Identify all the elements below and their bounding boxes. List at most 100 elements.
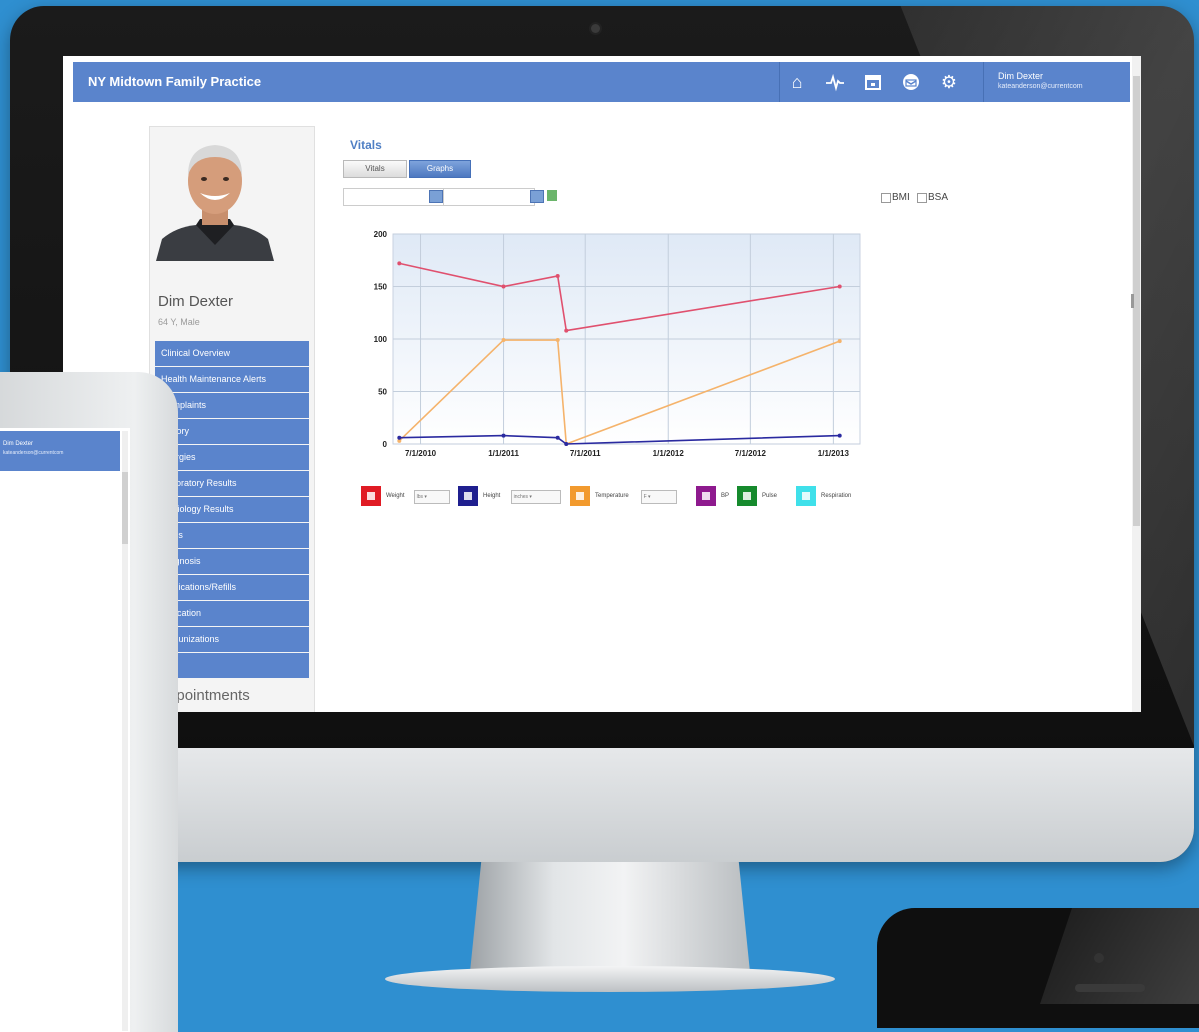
bmi-label: BMI (892, 192, 910, 203)
phone-camera (1094, 953, 1104, 963)
menu-item-allergies[interactable]: Allergies (155, 445, 309, 470)
tablet-user-name[interactable]: Dim Dexter (3, 441, 33, 447)
legend-label: Height (483, 493, 501, 499)
refresh-icon[interactable] (547, 190, 557, 201)
topbar-divider (983, 62, 984, 102)
monitor-stand-base (385, 966, 835, 992)
menu-item-immunizations[interactable]: Immunizations (155, 627, 309, 652)
patient-menu: Clinical Overview Health Maintenance Ale… (155, 341, 309, 679)
data-point-height[interactable] (837, 433, 842, 438)
legend-checkbox[interactable] (464, 492, 472, 500)
legend-toggle-bp[interactable] (696, 486, 716, 506)
legend-checkbox[interactable] (702, 492, 710, 500)
legend-unit-select[interactable]: inches ▾ (510, 490, 561, 504)
x-tick-label: 1/1/2011 (488, 449, 519, 458)
topbar-divider (779, 62, 780, 102)
legend-toggle-respiration[interactable] (796, 486, 816, 506)
data-point-weight[interactable] (555, 274, 560, 278)
tablet-screen: Dim Dexter kateanderson@currentcom (0, 428, 130, 1032)
legend-checkbox[interactable] (576, 492, 584, 500)
legend-checkbox[interactable] (743, 492, 751, 500)
menu-item-complaints[interactable]: Complaints (155, 393, 309, 418)
page-scrollbar[interactable] (1132, 56, 1141, 712)
data-point-temperature[interactable] (501, 338, 506, 343)
legend-toggle-temperature[interactable] (570, 486, 590, 506)
legend-unit-select[interactable]: F ▾ (640, 490, 677, 504)
scrollbar-thumb[interactable] (1133, 76, 1140, 526)
vitals-chart: 0 50 100 150 200 7/1/2010 1/1/2011 7/1/2011 1/1/… (374, 230, 861, 458)
legend-toggle-weight[interactable] (361, 486, 381, 506)
x-tick-label: 1/1/2013 (818, 449, 850, 458)
x-tick-label: 7/1/2011 (570, 449, 601, 458)
home-icon[interactable]: ⌂ (787, 72, 807, 92)
monitor-camera (591, 24, 600, 33)
tablet-device: Dim Dexter kateanderson@currentcom (0, 372, 178, 1032)
data-point-height[interactable] (501, 433, 506, 438)
top-navigation-bar: NY Midtown Family Practice ⌂ ⚙ Dim Dexte… (73, 62, 1130, 102)
tab-graphs[interactable]: Graphs (409, 160, 471, 178)
x-tick-label: 1/1/2012 (653, 449, 685, 458)
data-point-weight[interactable] (564, 328, 569, 333)
gear-icon[interactable]: ⚙ (939, 72, 959, 92)
y-tick-label: 150 (374, 283, 388, 292)
user-name[interactable]: Dim Dexter (998, 71, 1043, 81)
calendar-icon[interactable] (863, 72, 883, 92)
app-title: NY Midtown Family Practice (88, 74, 262, 89)
bmi-checkbox[interactable] (881, 193, 891, 203)
legend-label: Temperature (595, 493, 629, 499)
data-point-height[interactable] (555, 435, 560, 440)
y-tick-label: 200 (374, 230, 388, 239)
menu-item-health-maintenance-alerts[interactable]: Health Maintenance Alerts (155, 367, 309, 392)
monitor-chin (10, 748, 1194, 862)
user-email: kateanderson@currentcom (998, 83, 1083, 90)
calendar-icon[interactable] (530, 190, 544, 203)
monitor-stand (470, 862, 750, 972)
menu-item-history[interactable]: History (155, 419, 309, 444)
phone-speaker (1075, 984, 1145, 992)
menu-item-empty[interactable] (155, 653, 309, 678)
data-point-height[interactable] (564, 442, 569, 446)
mail-icon[interactable] (901, 72, 921, 92)
menu-item-laboratory-results[interactable]: Laboratory Results (155, 471, 309, 496)
tablet-top-bar: Dim Dexter kateanderson@currentcom (0, 431, 120, 471)
menu-item-vitals[interactable]: Vitals (155, 523, 309, 548)
legend-label: Pulse (762, 493, 778, 499)
app-screen: NY Midtown Family Practice ⌂ ⚙ Dim Dexte… (63, 56, 1141, 712)
vitals-title: Vitals (350, 138, 382, 152)
patient-photo (156, 135, 274, 261)
legend-label: Weight (386, 493, 405, 499)
menu-item-education[interactable]: Education (155, 601, 309, 626)
legend-toggle-pulse[interactable] (737, 486, 757, 506)
menu-item-medications-refills[interactable]: Medications/Refills (155, 575, 309, 600)
bsa-label: BSA (928, 192, 949, 203)
legend-checkbox[interactable] (802, 492, 810, 500)
tablet-scrollbar-thumb[interactable] (122, 472, 128, 544)
data-point-weight[interactable] (837, 284, 842, 289)
y-tick-label: 50 (378, 388, 387, 397)
end-date-input[interactable] (443, 188, 535, 206)
calendar-icon[interactable] (429, 190, 443, 203)
patient-name: Dim Dexter (158, 293, 234, 310)
y-tick-label: 0 (383, 440, 388, 449)
legend-unit-select[interactable]: lbs ▾ (413, 490, 450, 504)
data-point-weight[interactable] (501, 284, 506, 289)
data-point-weight[interactable] (397, 261, 402, 266)
legend-label: BP (721, 493, 730, 499)
data-point-height[interactable] (397, 435, 402, 440)
tablet-user-email: kateanderson@currentcom (3, 450, 64, 456)
menu-item-diagnosis[interactable]: Diagnosis (155, 549, 309, 574)
data-point-temperature[interactable] (837, 339, 842, 344)
y-tick-label: 100 (374, 335, 388, 344)
bsa-checkbox[interactable] (917, 193, 927, 203)
x-tick-label: 7/1/2012 (735, 449, 767, 458)
legend-toggle-height[interactable] (458, 486, 478, 506)
tab-vitals[interactable]: Vitals (343, 160, 407, 178)
x-tick-label: 7/1/2010 (405, 449, 437, 458)
legend-checkbox[interactable] (367, 492, 375, 500)
legend-label: Respiration (821, 493, 852, 499)
pulse-icon[interactable] (825, 72, 845, 92)
menu-item-radiology-results[interactable]: Radiology Results (155, 497, 309, 522)
data-point-temperature[interactable] (555, 338, 560, 343)
scrollbar-grip[interactable] (1131, 294, 1134, 308)
menu-item-clinical-overview[interactable]: Clinical Overview (155, 341, 309, 366)
